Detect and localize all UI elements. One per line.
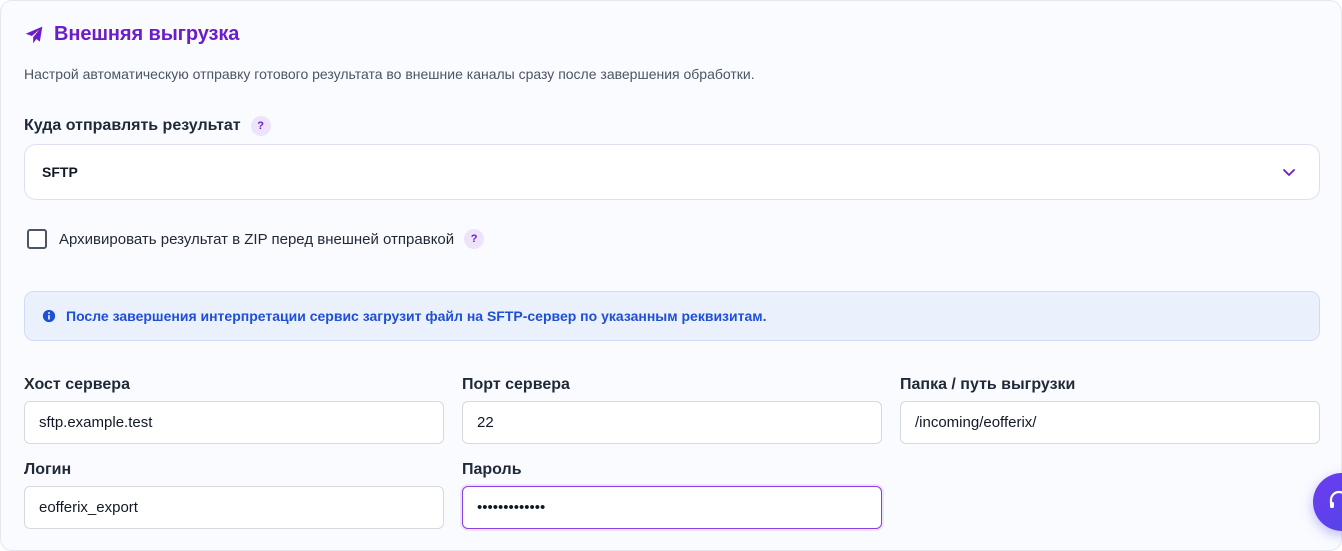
password-label: Пароль (462, 461, 522, 478)
section-description: Настрой автоматическую отправку готового… (24, 66, 755, 82)
zip-option-row: Архивировать результат в ZIP перед внешн… (27, 229, 485, 249)
info-banner-text: После завершения интерпретации сервис за… (66, 308, 767, 324)
path-label: Папка / путь выгрузки (900, 376, 1076, 393)
zip-help-icon[interactable]: ? (464, 229, 485, 249)
login-label: Логин (24, 461, 72, 478)
section-header: Внешняя выгрузка (24, 23, 239, 46)
zip-checkbox-label[interactable]: Архивировать результат в ZIP перед внешн… (59, 231, 454, 248)
external-export-card: Внешняя выгрузка Настрой автоматическую … (0, 0, 1342, 551)
host-label: Хост сервера (24, 376, 130, 393)
port-input[interactable] (462, 401, 882, 444)
info-circle-icon (42, 309, 56, 323)
destination-select-value: SFTP (42, 164, 78, 180)
password-input[interactable] (462, 486, 882, 529)
destination-label-text: Куда отправлять результат (24, 117, 241, 135)
destination-label: Куда отправлять результат? (24, 116, 271, 136)
paper-plane-icon (25, 26, 43, 43)
destination-help-icon[interactable]: ? (250, 116, 271, 136)
destination-select[interactable]: SFTP (24, 144, 1320, 200)
headset-icon (1329, 490, 1342, 508)
zip-checkbox[interactable] (27, 229, 47, 249)
chevron-down-icon (1283, 169, 1295, 176)
login-input[interactable] (24, 486, 444, 529)
info-banner: После завершения интерпретации сервис за… (24, 291, 1320, 341)
host-input[interactable] (24, 401, 444, 444)
section-title: Внешняя выгрузка (54, 23, 240, 45)
port-label: Порт сервера (462, 376, 570, 393)
path-input[interactable] (900, 401, 1320, 444)
